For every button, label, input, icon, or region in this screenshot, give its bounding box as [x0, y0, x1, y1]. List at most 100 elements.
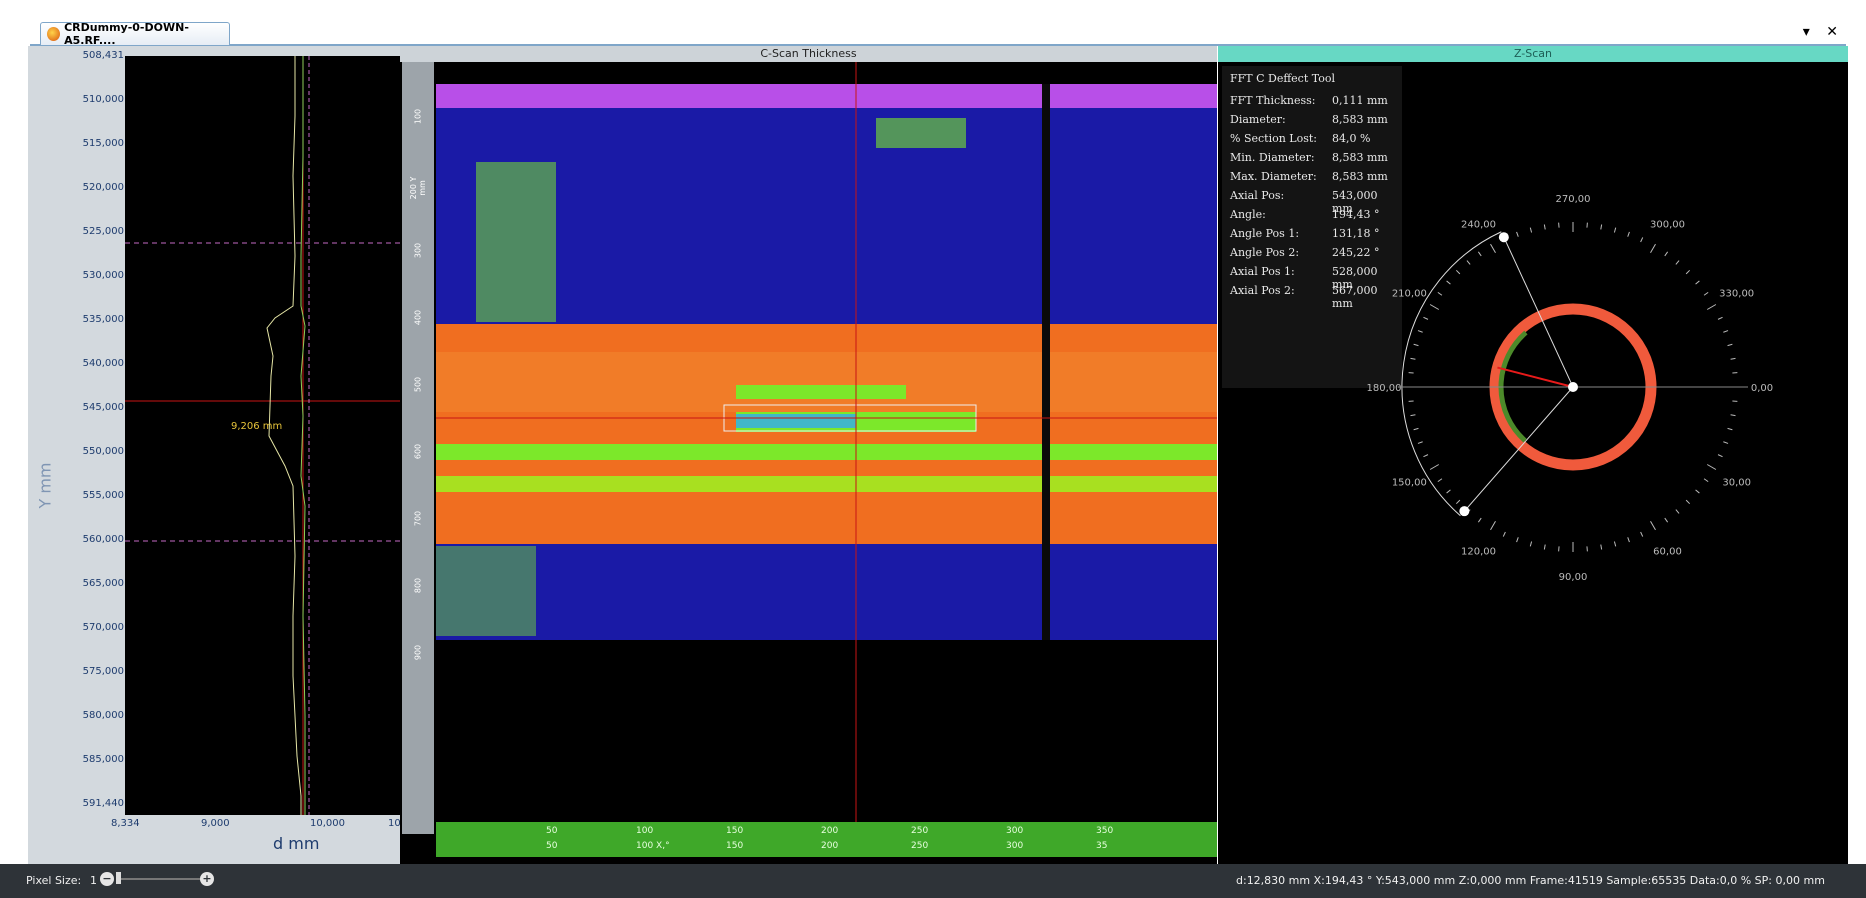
- x-ruler-label-bottom: 300: [1006, 841, 1024, 851]
- dial-tick: [1543, 224, 1546, 230]
- dial-tick: [1613, 227, 1617, 233]
- dial-tick: [1446, 280, 1451, 285]
- x-ruler-label-top: 300: [1006, 826, 1024, 836]
- x-ruler[interactable]: 50 100 150 200 250 300 350 50 100 X,° 150 200 250 30…: [436, 822, 1217, 857]
- dial-tick: [1613, 541, 1617, 547]
- profile-plot[interactable]: [125, 56, 406, 815]
- polar-dial[interactable]: 270,00 300,00 330,00 0,00 30,00 60,00 90,00 120…: [1218, 46, 1848, 864]
- dial-group: 270,00 300,00 330,00 0,00 30,00 60,00 90,00 120…: [1367, 194, 1774, 583]
- y-tick-label: 550,000: [82, 446, 124, 457]
- y-tick-label: 565,000: [82, 578, 124, 589]
- dial-label: 330,00: [1719, 289, 1754, 300]
- dial-tick: [1417, 441, 1423, 444]
- y-tick-label: 580,000: [82, 710, 124, 721]
- profile-svg: [125, 56, 406, 815]
- left-x-axis-label: d mm: [273, 834, 320, 853]
- y-ruler[interactable]: 100 200 Y mm 300 400 500 600 700 800 900: [402, 62, 434, 834]
- dial-tick: [1455, 269, 1461, 275]
- y-tick-label: 575,000: [82, 666, 124, 677]
- x-ruler-label-bottom: 150: [726, 841, 744, 851]
- profile-panel: Y mm 508,431 510,000 515,000 520,000 525,000…: [28, 46, 423, 864]
- dial-label: 210,00: [1392, 289, 1427, 300]
- dial-tick: [1685, 269, 1691, 275]
- dial-tick: [1727, 343, 1733, 347]
- y-ruler-label: 300: [413, 242, 423, 259]
- dial-tick: [1717, 316, 1723, 320]
- dial-tick: [1627, 537, 1630, 543]
- pixel-size-label: Pixel Size:: [26, 874, 82, 887]
- zoom-in-button[interactable]: +: [200, 872, 214, 886]
- dial-tick: [1675, 509, 1680, 514]
- dial-label: 240,00: [1461, 219, 1496, 230]
- dial-tick: [1640, 237, 1644, 243]
- dial-tick: [1600, 224, 1603, 230]
- dial-tick: [1664, 517, 1669, 523]
- document-tab[interactable]: CRDummy-0-DOWN-A5.RF....: [40, 21, 230, 47]
- band-green-2: [436, 476, 1217, 492]
- y-ruler-label: 500: [413, 376, 423, 393]
- x-tick-label: 10,000: [310, 818, 345, 829]
- dial-tick: [1477, 251, 1482, 257]
- slider-thumb[interactable]: [116, 872, 121, 884]
- defect-core: [736, 414, 856, 428]
- x-tick-label: 8,334: [111, 818, 140, 829]
- x-ruler-label-bottom: 250: [911, 841, 929, 851]
- dial-tick: [1650, 243, 1656, 254]
- dial-tick: [1717, 454, 1723, 458]
- dial-tick: [1446, 489, 1451, 494]
- y-tick-label: 525,000: [82, 226, 124, 237]
- dial-tick: [1413, 427, 1419, 431]
- dial-label: 150,00: [1392, 478, 1427, 489]
- left-y-axis-label: Y mm: [35, 462, 55, 509]
- dial-tick: [1437, 291, 1443, 296]
- dial-tick: [1437, 478, 1443, 483]
- dial-label: 30,00: [1722, 478, 1751, 489]
- band-blue-bottom: [436, 544, 1217, 640]
- dial-tick: [1695, 489, 1700, 494]
- angle-pos2-handle: [1498, 232, 1509, 243]
- cscan-panel: C-Scan Thickness 100 200 Y mm 300 400 500 600…: [400, 46, 1217, 864]
- y-ruler-label: 100: [413, 108, 423, 125]
- noise-green-bottom: [436, 546, 536, 636]
- x-ruler-label-bottom: 50: [546, 841, 558, 851]
- app-icon: [47, 27, 61, 41]
- dial-tick: [1477, 517, 1482, 523]
- dial-tick: [1410, 357, 1416, 360]
- y-tick-label: 585,000: [82, 754, 124, 765]
- dial-label: 300,00: [1650, 219, 1685, 230]
- document-tab-label: CRDummy-0-DOWN-A5.RF....: [64, 21, 189, 47]
- x-ruler-label-top: 50: [546, 826, 558, 836]
- x-ruler-label-bottom: 200: [821, 841, 839, 851]
- cscan-image[interactable]: [436, 62, 1217, 822]
- y-tick-label: 560,000: [82, 534, 124, 545]
- y-ruler-label: 200 Y mm: [409, 176, 427, 200]
- band-purple: [436, 84, 1217, 108]
- y-ruler-label: 700: [413, 510, 423, 527]
- pixel-size-value: 1: [90, 874, 97, 887]
- x-ruler-label-bottom: 100 X,°: [636, 841, 670, 851]
- dial-label: 270,00: [1556, 194, 1591, 205]
- dial-tick: [1529, 541, 1533, 547]
- y-tick-label: 540,000: [82, 358, 124, 369]
- dial-tick: [1417, 330, 1423, 333]
- dial-tick: [1730, 414, 1736, 417]
- dial-tick: [1703, 478, 1709, 483]
- window-controls[interactable]: ▾ ✕: [1803, 24, 1844, 40]
- dial-tick: [1706, 464, 1717, 470]
- dial-label: 180,00: [1367, 383, 1402, 394]
- status-readout: d:12,830 mm X:194,43 ° Y:543,000 mm Z:0,…: [1236, 874, 1825, 887]
- dial-tick: [1423, 454, 1429, 458]
- zoom-out-button[interactable]: −: [100, 872, 114, 886]
- x-tick-label: 9,000: [201, 818, 230, 829]
- scan-gap-column: [1042, 84, 1050, 640]
- band-orange-3: [436, 492, 1217, 544]
- dial-tick: [1490, 520, 1496, 531]
- dial-tick: [1543, 544, 1546, 550]
- dial-tick: [1627, 231, 1630, 237]
- dial-tick: [1723, 441, 1729, 444]
- pixel-size-slider[interactable]: [116, 878, 206, 880]
- dial-tick: [1502, 531, 1506, 537]
- dial-tick: [1516, 231, 1519, 237]
- band-orange-shade: [436, 352, 1217, 412]
- band-orange-2: [436, 460, 1217, 476]
